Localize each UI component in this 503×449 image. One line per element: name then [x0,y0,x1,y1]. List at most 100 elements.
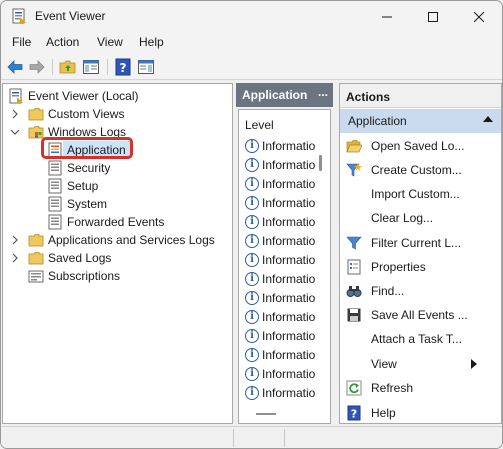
help-icon[interactable]: ? [114,58,132,76]
highlight-annotation-box [41,137,133,159]
information-icon: i [245,367,259,381]
tree-item-security[interactable]: Security [3,159,232,177]
action-view-submenu[interactable]: View [340,353,501,375]
event-viewer-icon [9,88,23,104]
list-item[interactable]: i Informatio [245,365,315,383]
svg-text:?: ? [120,61,127,75]
action-find[interactable]: Find... [340,280,501,302]
action-open-saved-log[interactable]: Open Saved Lo... [340,135,501,157]
collapse-up-icon[interactable] [483,116,493,122]
action-import-custom-view[interactable]: Import Custom... [340,183,501,205]
log-icon [48,178,62,194]
open-folder-icon [346,140,362,153]
list-item[interactable]: i Informatio [245,232,315,250]
list-item[interactable]: i Informatio [245,384,315,402]
console-tree-pane[interactable]: Event Viewer (Local) Custom Views Window… [2,83,233,424]
list-item[interactable]: i Informatio [245,308,315,326]
toolbar-separator [107,59,108,75]
list-item[interactable]: i Informatio [245,213,315,231]
show-hide-action-pane-icon[interactable] [137,58,155,76]
tree-item-custom-views[interactable]: Custom Views [3,105,232,123]
event-viewer-app-icon [12,8,26,24]
minimize-icon [382,16,392,17]
status-bar [1,426,502,448]
folder-icon [28,252,44,265]
information-icon: i [245,253,259,267]
pane-menu-button[interactable]: ... [318,85,328,99]
information-icon: i [245,348,259,362]
list-item[interactable]: i Informatio [245,175,315,193]
action-filter-current-log[interactable]: Filter Current L... [340,232,501,254]
log-icon [48,196,62,212]
list-item[interactable]: i Informatio [245,270,315,288]
tree-label: Subscriptions [48,269,121,283]
list-item[interactable]: i Informatio [245,346,315,364]
window-title: Event Viewer [35,9,106,23]
action-save-all-events[interactable]: Save All Events ... [340,304,501,326]
help-icon: ? [347,405,361,421]
list-item[interactable]: i Informatio [245,137,315,155]
information-icon: i [245,291,259,305]
events-list[interactable]: Level i Informatio i Informatio i Informati… [238,109,331,424]
list-item[interactable]: i Informatio [245,251,315,269]
actions-title: Actions [346,90,391,104]
chevron-right-icon[interactable] [10,109,20,119]
tree-item-event-viewer-local[interactable]: Event Viewer (Local) [3,87,232,105]
chevron-right-icon[interactable] [10,253,20,263]
forward-arrow-icon[interactable] [28,58,46,76]
scrollbar-thumb[interactable] [319,155,322,171]
information-icon: i [245,158,259,172]
action-properties[interactable]: Properties [340,256,501,278]
menu-view[interactable]: View [95,35,125,49]
action-help[interactable]: ? Help [340,402,501,424]
list-item[interactable]: i Informatio [245,289,315,307]
tree-label: Setup [67,179,99,193]
log-icon [48,214,62,230]
status-divider [233,429,234,447]
actions-section-application[interactable]: Application [340,109,501,133]
list-item[interactable]: i Informatio [245,156,315,174]
list-item[interactable]: i Informatio [245,194,315,212]
chevron-down-icon[interactable] [10,127,20,137]
tree-item-applications-and-services-logs[interactable]: Applications and Services Logs [3,231,232,249]
chevron-right-icon[interactable] [10,235,20,245]
information-icon: i [245,196,259,210]
information-icon: i [245,329,259,343]
information-icon: i [245,272,259,286]
tree-item-setup[interactable]: Setup [3,177,232,195]
action-create-custom-view[interactable]: Create Custom... [340,159,501,181]
vertical-scrollbar[interactable] [312,137,328,423]
log-icon [48,160,62,176]
tree-label: Saved Logs [48,251,112,265]
horizontal-scrollbar-thumb[interactable] [256,413,276,415]
menu-action[interactable]: Action [44,35,81,49]
list-item[interactable]: i Informatio [245,327,315,345]
tree-item-forwarded-events[interactable]: Forwarded Events [3,213,232,231]
information-icon: i [245,310,259,324]
action-clear-log[interactable]: Clear Log... [340,207,501,229]
maximize-icon [428,11,438,22]
maximize-button[interactable] [410,1,456,32]
title-bar: Event Viewer [1,1,502,32]
actions-pane: Actions Application Open Saved Lo... Cre… [339,83,502,424]
minimize-button[interactable] [364,1,410,32]
results-pane: Application ... Level i Informatio i Infor… [236,83,333,424]
toolbar: ? [1,54,502,80]
back-arrow-icon[interactable] [6,58,24,76]
menu-bar: File Action View Help [1,32,502,54]
column-header-level[interactable]: Level [245,118,274,132]
action-refresh[interactable]: Refresh [340,377,501,399]
tree-label: Forwarded Events [67,215,165,229]
information-icon: i [245,215,259,229]
menu-file[interactable]: File [10,35,33,49]
tree-item-subscriptions[interactable]: Subscriptions [3,267,232,285]
tree-item-saved-logs[interactable]: Saved Logs [3,249,232,267]
menu-help[interactable]: Help [137,35,166,49]
show-hide-tree-icon[interactable] [82,58,100,76]
action-attach-task[interactable]: Attach a Task T... [340,328,501,350]
folder-up-icon[interactable] [59,58,77,76]
filter-star-icon [346,163,362,177]
properties-icon [347,259,361,275]
tree-item-system[interactable]: System [3,195,232,213]
close-button[interactable] [456,1,502,32]
